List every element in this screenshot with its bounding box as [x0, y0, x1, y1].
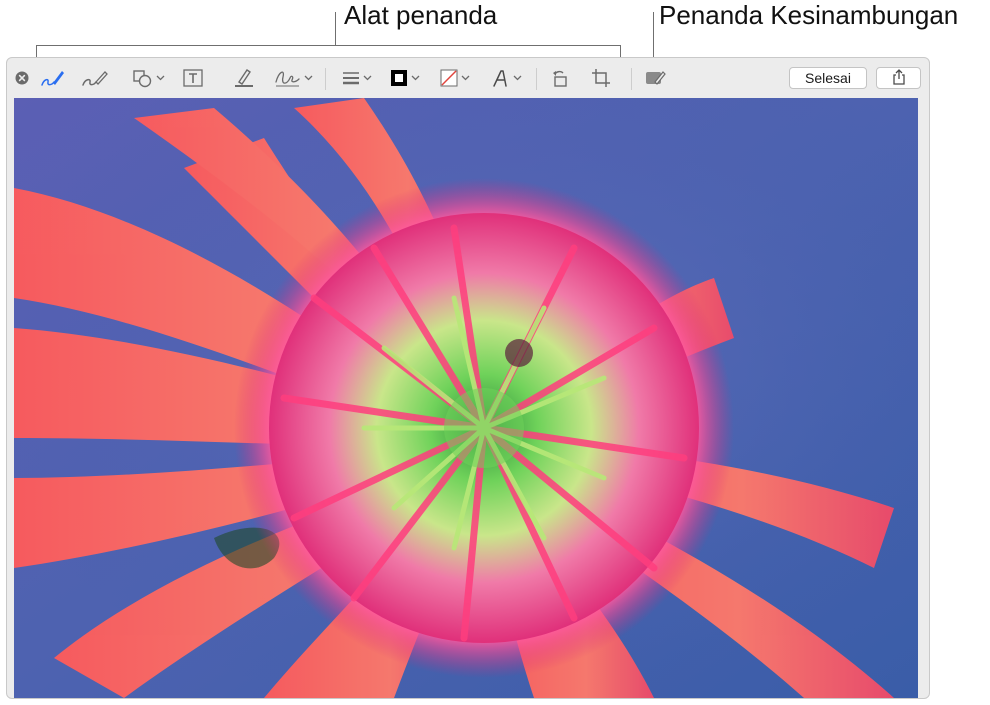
sign-tool-button[interactable] [274, 66, 313, 90]
markup-tools-bracket-stem [335, 12, 336, 45]
done-button[interactable]: Selesai [789, 67, 867, 89]
chevron-down-icon [513, 75, 522, 81]
shapes-icon [132, 68, 154, 88]
sketch-icon [40, 67, 66, 89]
text-box-icon [182, 68, 204, 88]
rotate-left-icon [550, 68, 570, 88]
markup-continuity-button[interactable] [644, 66, 666, 90]
fill-color-button[interactable] [439, 66, 470, 90]
chevron-down-icon [363, 75, 372, 81]
markup-tools-bracket-bar [36, 45, 621, 46]
draw-icon [81, 67, 109, 89]
close-circle-icon [15, 71, 29, 85]
shape-style-button[interactable] [341, 66, 372, 90]
border-color-button[interactable] [389, 66, 420, 90]
share-button[interactable] [876, 67, 921, 89]
toolbar-divider [536, 68, 537, 90]
toolbar-divider [325, 68, 326, 90]
draw-tool-button[interactable] [81, 66, 109, 90]
crop-button[interactable] [591, 66, 611, 90]
markup-tools-callout: Alat penanda [344, 0, 498, 30]
continuity-markup-icon [644, 68, 666, 88]
share-icon [892, 68, 906, 88]
shapes-tool-button[interactable] [132, 66, 165, 90]
chevron-down-icon [411, 75, 420, 81]
signature-icon [274, 67, 302, 89]
close-button[interactable] [15, 66, 29, 90]
markup-window: Selesai [6, 57, 930, 699]
toolbar-divider [631, 68, 632, 90]
flower-photo [14, 98, 918, 698]
chevron-down-icon [156, 75, 165, 81]
sketch-tool-button[interactable] [40, 66, 66, 90]
rotate-button[interactable] [550, 66, 570, 90]
chevron-down-icon [304, 75, 313, 81]
highlighter-icon [232, 67, 256, 89]
text-tool-button[interactable] [182, 66, 204, 90]
line-weight-icon [341, 70, 361, 86]
markup-toolbar: Selesai [7, 58, 929, 98]
text-style-button[interactable] [491, 66, 522, 90]
crop-icon [591, 68, 611, 88]
markup-continuity-callout: Penanda Kesinambungan [659, 0, 959, 30]
border-color-icon [389, 68, 409, 88]
highlight-tool-button[interactable] [232, 66, 256, 90]
fill-color-none-icon [439, 68, 459, 88]
text-style-icon [491, 68, 511, 88]
chevron-down-icon [461, 75, 470, 81]
